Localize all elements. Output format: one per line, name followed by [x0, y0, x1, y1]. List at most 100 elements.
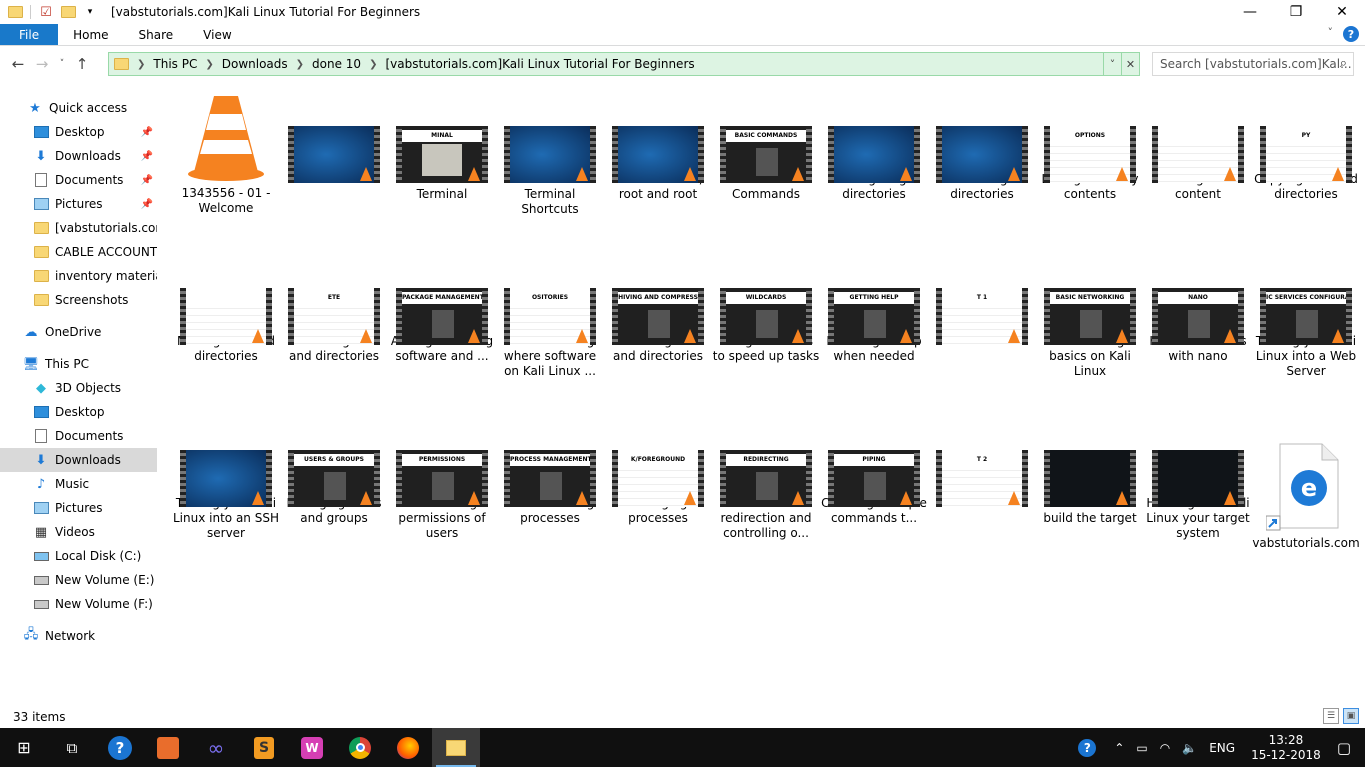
- sidebar-item-documents-pc[interactable]: Documents: [0, 424, 157, 448]
- chevron-right-icon[interactable]: ❯: [296, 59, 304, 70]
- winrar-app-icon[interactable]: W: [288, 728, 336, 767]
- file-explorer-icon[interactable]: [432, 728, 480, 767]
- breadcrumb-done-10[interactable]: done 10: [312, 57, 361, 71]
- file-item[interactable]: MINAL1343556 - 03 - Kali Linux Terminal: [388, 92, 496, 202]
- minimize-icon[interactable]: —: [1227, 0, 1273, 24]
- file-item[interactable]: PROCESS MANAGEMENT1343556 - 26 - Underst…: [496, 416, 604, 526]
- help-icon[interactable]: ?: [1343, 26, 1359, 42]
- sidebar-item-documents[interactable]: Documents 📌: [0, 168, 157, 192]
- power-icon[interactable]: ▭: [1136, 741, 1147, 755]
- file-item[interactable]: 1343556 - 04 - Kali Linux Terminal Short…: [496, 92, 604, 217]
- file-item[interactable]: 1343556 - 12 - Moving files and director…: [172, 254, 280, 364]
- tab-share[interactable]: Share: [124, 24, 189, 45]
- address-dropdown-icon[interactable]: ˅: [1103, 53, 1121, 75]
- sidebar-item-3d-objects[interactable]: ◆ 3D Objects: [0, 376, 157, 400]
- help-tray-icon[interactable]: ?: [1072, 738, 1102, 757]
- sidebar-item-pictures-pc[interactable]: Pictures: [0, 496, 157, 520]
- details-view-icon[interactable]: ☰: [1323, 708, 1339, 724]
- file-item[interactable]: 1343556 - 31 - Download and build the ta…: [1036, 416, 1144, 526]
- windows-start-icon[interactable]: ⊞: [0, 728, 48, 767]
- sidebar-item-screenshots[interactable]: Screenshots: [0, 288, 157, 312]
- recorder-app-icon[interactable]: [144, 728, 192, 767]
- file-item[interactable]: BASIC NETWORKING1343556 - 20 - Networkin…: [1036, 254, 1144, 379]
- breadcrumb-current-folder[interactable]: [vabstutorials.com]Kali Linux Tutorial F…: [385, 57, 694, 71]
- sidebar-item-downloads[interactable]: ⬇ Downloads 📌: [0, 144, 157, 168]
- file-item[interactable]: PY1343556 - 11 - Copying files and direc…: [1252, 92, 1360, 202]
- infinity-app-icon[interactable]: ∞: [192, 728, 240, 767]
- wifi-icon[interactable]: ◠: [1160, 741, 1170, 755]
- sidebar-item-downloads-pc[interactable]: ⬇ Downloads: [0, 448, 157, 472]
- chevron-right-icon[interactable]: ❯: [137, 59, 145, 70]
- properties-icon[interactable]: ☑: [35, 0, 57, 24]
- tab-view[interactable]: View: [188, 24, 246, 45]
- volume-icon[interactable]: 🔈: [1182, 741, 1197, 755]
- file-item[interactable]: BASIC COMMANDS1343556 - 06 - Basics Of C…: [712, 92, 820, 202]
- sidebar-item-desktop-pc[interactable]: Desktop: [0, 400, 157, 424]
- forward-icon[interactable]: →: [30, 55, 54, 73]
- file-item[interactable]: 1343556 - 02 - Kali Linux Gui: [280, 92, 388, 187]
- file-item[interactable]: PIPING1343556 - 29 - Chaining multiple c…: [820, 416, 928, 526]
- file-item[interactable]: IC SERVICES CONFIGURAT1343556 - 22 - Tur…: [1252, 254, 1360, 379]
- file-item[interactable]: PERMISSIONS1343556 - 25 - Maintaining pe…: [388, 416, 496, 541]
- up-icon[interactable]: ↑: [70, 55, 94, 73]
- sidebar-item-inventory-materials[interactable]: inventory materials: [0, 264, 157, 288]
- sublime-text-icon[interactable]: S: [240, 728, 288, 767]
- file-item[interactable]: USERS & GROUPS1343556 - 24 - Managing us…: [280, 416, 388, 526]
- tab-file[interactable]: File: [0, 24, 59, 45]
- new-folder-icon[interactable]: [57, 0, 79, 24]
- breadcrumb-downloads[interactable]: Downloads: [222, 57, 288, 71]
- file-item[interactable]: REDIRECTING1343556 - 28 - Command redire…: [712, 416, 820, 541]
- file-item[interactable]: 1343556 - 32 - Hacking with Kali Linux y…: [1144, 416, 1252, 541]
- chevron-right-icon[interactable]: ❯: [369, 59, 377, 70]
- file-item[interactable]: PACKAGE MANAGEMENT1343556 - 14 - Adding …: [388, 254, 496, 364]
- pin-icon[interactable]: 📌: [141, 127, 153, 138]
- pin-icon[interactable]: 📌: [141, 175, 153, 186]
- clock[interactable]: 13:28 15-12-2018: [1251, 733, 1321, 763]
- expand-ribbon-icon[interactable]: ˅: [1328, 26, 1334, 42]
- file-item[interactable]: 1343556 - 23 - Turning your Kali Linux i…: [172, 416, 280, 541]
- sidebar-item-local-disk-c[interactable]: Local Disk (C:): [0, 544, 157, 568]
- sidebar-item-onedrive[interactable]: ☁ OneDrive: [0, 320, 157, 344]
- file-item[interactable]: T 21343556 - 30 - End of Part 2: [928, 416, 1036, 511]
- file-item[interactable]: 1343556 - 05 - Kali Linux root, root and…: [604, 92, 712, 202]
- language-indicator[interactable]: ENG: [1209, 741, 1235, 755]
- sidebar-item-videos[interactable]: ▦ Videos: [0, 520, 157, 544]
- breadcrumb-this-pc[interactable]: This PC: [153, 57, 197, 71]
- sidebar-item-music[interactable]: ♪ Music: [0, 472, 157, 496]
- recent-locations-icon[interactable]: ˅: [54, 59, 70, 69]
- sidebar-item-cable-accounting[interactable]: CABLE ACCOUNTIN: [0, 240, 157, 264]
- sidebar-item-network[interactable]: 🖧 Network: [0, 624, 157, 648]
- file-item[interactable]: OSITORIES1343556 - 15 - Understanding wh…: [496, 254, 604, 379]
- sidebar-item-quick-access[interactable]: ★ Quick access: [0, 96, 157, 120]
- chevron-right-icon[interactable]: ❯: [205, 59, 213, 70]
- address-bar[interactable]: ❯ This PC ❯ Downloads ❯ done 10 ❯ [vabst…: [108, 52, 1140, 76]
- file-item[interactable]: T 11343556 - 19 - End Of Part 1: [928, 254, 1036, 349]
- file-item[interactable]: e vabstutorials.com: [1252, 442, 1360, 551]
- sidebar-item-desktop[interactable]: Desktop 📌: [0, 120, 157, 144]
- back-icon[interactable]: ←: [6, 55, 30, 73]
- clear-address-icon[interactable]: ✕: [1121, 53, 1139, 75]
- task-view-icon[interactable]: ⧉: [48, 728, 96, 767]
- chevron-up-icon[interactable]: ⌃: [1114, 741, 1124, 755]
- file-item[interactable]: GETTING HELP1343556 - 18 - How to get he…: [820, 254, 928, 364]
- sidebar-item-pictures[interactable]: Pictures 📌: [0, 192, 157, 216]
- file-item[interactable]: K/FOREGROUND1343556 - 27 - Managing proc…: [604, 416, 712, 526]
- file-item[interactable]: OPTIONS1343556 - 09 - Listing directory …: [1036, 92, 1144, 202]
- file-item[interactable]: 1343556 - 10 - Listing filse content: [1144, 92, 1252, 202]
- pin-icon[interactable]: 📌: [141, 151, 153, 162]
- pin-icon[interactable]: 📌: [141, 199, 153, 210]
- file-item[interactable]: 1343556 - 08 - Creating directories: [928, 92, 1036, 202]
- file-item[interactable]: WILDCARDS1343556 - 17 - Using wildcards …: [712, 254, 820, 364]
- large-icons-view-icon[interactable]: ▣: [1343, 708, 1359, 724]
- search-input[interactable]: Search [vabstutorials.com]Kal... ⌕: [1152, 52, 1354, 76]
- restore-icon[interactable]: ❐: [1273, 0, 1319, 24]
- file-item[interactable]: ETE1343556 - 13 - Removing files and dir…: [280, 254, 388, 364]
- sidebar-item-vabstutorials[interactable]: [vabstutorials.com]: [0, 216, 157, 240]
- firefox-icon[interactable]: [384, 728, 432, 767]
- help-app-icon[interactable]: ?: [96, 728, 144, 767]
- chrome-icon[interactable]: [336, 728, 384, 767]
- tab-home[interactable]: Home: [58, 24, 123, 45]
- sidebar-item-this-pc[interactable]: 🖥 This PC: [0, 352, 157, 376]
- file-item[interactable]: 1343556 - 01 - Welcome: [172, 92, 280, 216]
- sidebar-item-new-volume-f[interactable]: New Volume (F:): [0, 592, 157, 616]
